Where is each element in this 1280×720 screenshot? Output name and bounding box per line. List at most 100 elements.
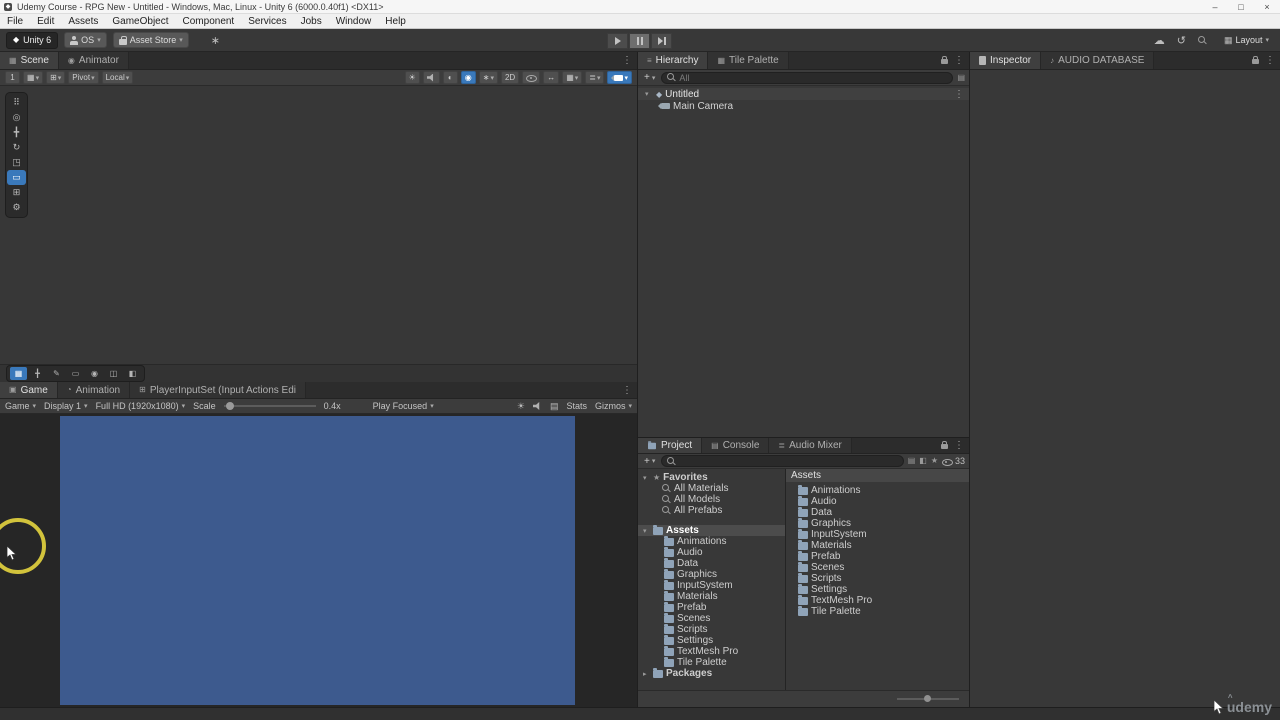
menu-assets[interactable]: Assets [61, 16, 105, 27]
list-item[interactable]: Data [786, 507, 969, 518]
list-item[interactable]: Audio [786, 496, 969, 507]
lock-icon[interactable] [941, 56, 948, 64]
transform-tool-button[interactable]: ⊞ [7, 185, 26, 200]
lock-icon[interactable] [1252, 56, 1259, 64]
list-item[interactable]: Scripts [786, 573, 969, 584]
create-asset-dropdown[interactable]: + ▾ [642, 456, 657, 467]
search-options-icon[interactable]: ▤ [957, 73, 965, 82]
panel-menu-icon[interactable]: ⋮ [622, 55, 632, 66]
cloud-icon[interactable]: ☁ [1154, 34, 1165, 47]
menu-help[interactable]: Help [378, 16, 413, 27]
list-item[interactable]: Materials [786, 540, 969, 551]
grid-size-button[interactable]: 1 [5, 71, 20, 84]
tab-animator[interactable]: ◉ Animator [58, 52, 129, 69]
tree-folder[interactable]: Animations [638, 536, 785, 547]
tile-select-tool-button[interactable]: ▦ [10, 367, 27, 380]
foldout-open-icon[interactable]: ▾ [645, 90, 653, 98]
label-filter-icon[interactable]: ◧ [919, 457, 927, 465]
effects-dropdown[interactable]: ∗ ▾ [478, 71, 498, 84]
tab-console[interactable]: ▤ Console [702, 438, 770, 453]
project-search-input[interactable] [679, 456, 898, 466]
tree-folder[interactable]: Scenes [638, 613, 785, 624]
grid-visibility-dropdown[interactable]: ▦ ▾ [23, 71, 44, 84]
tree-folder[interactable]: Scripts [638, 624, 785, 635]
mute-audio-icon[interactable] [532, 402, 540, 410]
minimize-button[interactable]: – [1202, 0, 1228, 13]
tile-move-tool-button[interactable]: ╋ [29, 367, 46, 380]
create-object-dropdown[interactable]: + ▾ [642, 72, 657, 83]
tree-folder[interactable]: Tile Palette [638, 657, 785, 668]
tree-folder[interactable]: Graphics [638, 569, 785, 580]
custom-tools-button[interactable]: ⚙ [7, 200, 26, 215]
account-dropdown[interactable]: OS ▾ [64, 32, 107, 48]
mode-2d-toggle[interactable]: 2D [500, 71, 520, 84]
scene-root-row[interactable]: ▾ ◆ Untitled ⋮ [638, 88, 969, 100]
list-item[interactable]: TextMesh Pro [786, 595, 969, 606]
search-icon[interactable] [1197, 35, 1207, 45]
scene-visibility-toggle[interactable] [522, 71, 541, 84]
hierarchy-item-main-camera[interactable]: Main Camera [638, 100, 969, 112]
tab-input-actions[interactable]: ⊞ PlayerInputSet (Input Actions Edi [130, 382, 307, 398]
scene-audio-toggle[interactable] [422, 71, 440, 84]
scale-tool-button[interactable]: ◳ [7, 155, 26, 170]
list-item[interactable]: Scenes [786, 562, 969, 573]
tab-project[interactable]: Project [638, 438, 703, 453]
tab-inspector[interactable]: Inspector [970, 52, 1042, 69]
rect-tool-button[interactable]: ▭ [7, 170, 26, 185]
menu-component[interactable]: Component [176, 16, 242, 27]
game-viewport[interactable] [0, 414, 637, 707]
menu-jobs[interactable]: Jobs [294, 16, 329, 27]
metrics-icon[interactable]: ▤ [550, 401, 559, 411]
tree-folder[interactable]: Data [638, 558, 785, 569]
tree-all-models[interactable]: All Models [638, 494, 785, 505]
tree-folder[interactable]: TextMesh Pro [638, 646, 785, 657]
panel-menu-icon[interactable]: ⋮ [954, 440, 964, 451]
menu-file[interactable]: File [0, 16, 30, 27]
tab-scene[interactable]: ▦ Scene [0, 52, 59, 69]
layout-dropdown[interactable]: ▦ Layout ▾ [1219, 32, 1274, 48]
tree-folder[interactable]: Materials [638, 591, 785, 602]
tree-folder[interactable]: Audio [638, 547, 785, 558]
stats-button[interactable]: Stats [566, 401, 587, 411]
layers-dropdown[interactable]: ≣ ▾ [585, 71, 605, 84]
tree-folder[interactable]: Prefab [638, 602, 785, 613]
lock-icon[interactable] [941, 441, 948, 449]
focus-mode-dropdown[interactable]: Play Focused ▾ [373, 401, 434, 411]
favorites-filter-icon[interactable]: ★ [931, 457, 938, 465]
hierarchy-search-input[interactable] [679, 72, 948, 83]
maximize-button[interactable]: □ [1228, 0, 1254, 13]
list-item[interactable]: Settings [786, 584, 969, 595]
list-item[interactable]: Graphics [786, 518, 969, 529]
move-tool-button[interactable]: ╋ [7, 125, 26, 140]
handle-space-dropdown[interactable]: Local ▾ [101, 71, 134, 84]
list-item[interactable]: Tile Palette [786, 606, 969, 617]
tree-assets[interactable]: ▾ Assets [638, 525, 785, 536]
tree-packages[interactable]: ▸ Packages [638, 668, 785, 679]
tile-brush-tool-button[interactable]: ✎ [48, 367, 65, 380]
menu-services[interactable]: Services [241, 16, 293, 27]
snap-settings-dropdown[interactable]: ⊞ ▾ [46, 71, 66, 84]
menu-edit[interactable]: Edit [30, 16, 61, 27]
grid-overlay-dropdown[interactable]: ▦ ▾ [562, 71, 583, 84]
game-target-dropdown[interactable]: Game ▾ [5, 401, 36, 411]
play-button[interactable] [607, 33, 628, 49]
rotate-tool-button[interactable]: ↻ [7, 140, 26, 155]
asset-zoom-slider[interactable] [897, 695, 959, 702]
tree-all-materials[interactable]: All Materials [638, 483, 785, 494]
step-button[interactable] [651, 33, 672, 49]
tile-box-tool-button[interactable]: ▭ [67, 367, 84, 380]
tree-folder[interactable]: Settings [638, 635, 785, 646]
gizmos-dropdown[interactable]: Gizmos ▾ [595, 401, 632, 411]
tile-eraser-tool-button[interactable]: ◫ [105, 367, 122, 380]
tab-game[interactable]: ▣ Game [0, 382, 58, 398]
tree-all-prefabs[interactable]: All Prefabs [638, 505, 785, 516]
draw-mode-dropdown[interactable]: ◐ [442, 71, 458, 84]
scene-camera-settings-dropdown[interactable]: ▾ [607, 71, 632, 84]
asset-store-dropdown[interactable]: Asset Store ▾ [112, 32, 189, 48]
unity-version-badge[interactable]: ◆ Unity 6 [6, 31, 59, 49]
scene-fx-toggle[interactable]: ◉ [460, 71, 476, 84]
scene-viewport[interactable]: ⠿ ◎ ╋ ↻ ◳ ▭ ⊞ ⚙ [0, 86, 637, 364]
pause-button[interactable] [629, 33, 650, 49]
display-dropdown[interactable]: Display 1 ▾ [44, 401, 88, 411]
scale-slider[interactable] [223, 402, 316, 410]
